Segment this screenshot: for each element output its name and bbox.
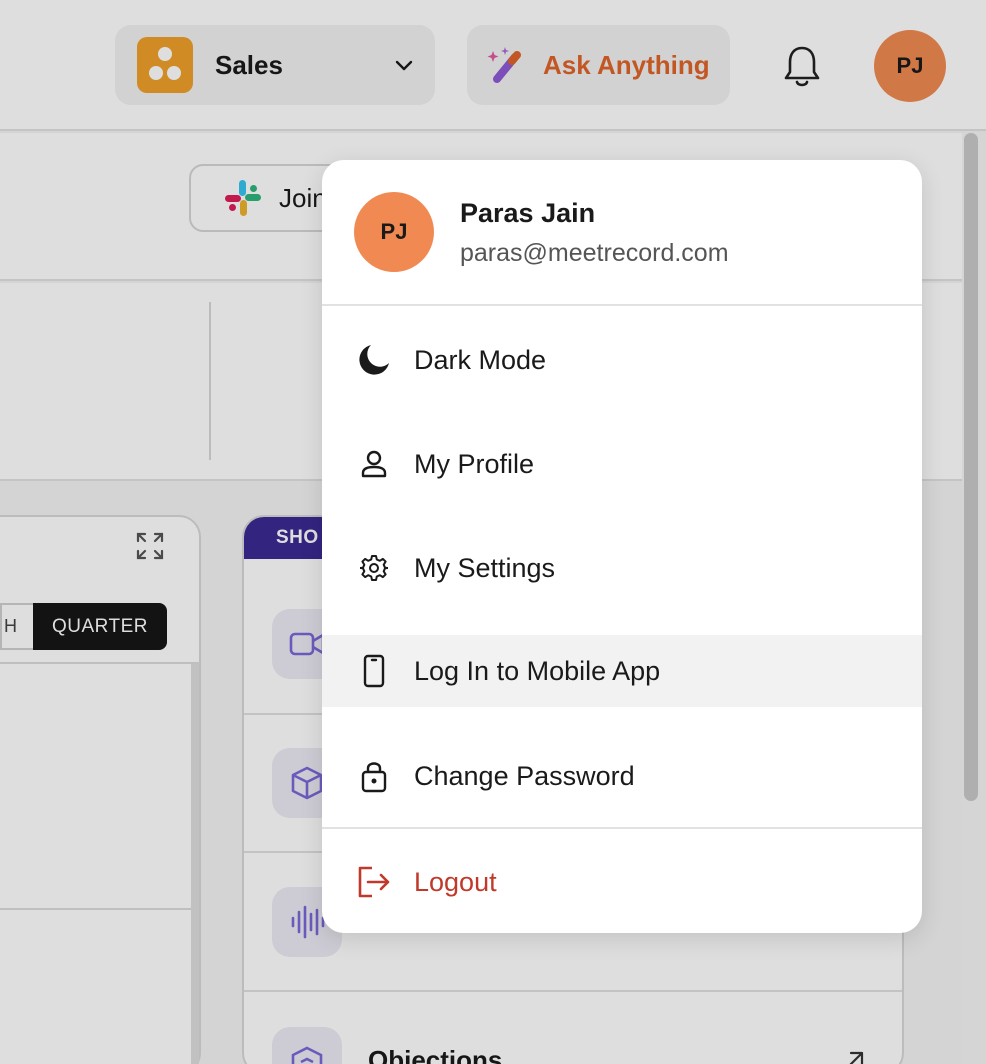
menu-item-label: Change Password (414, 760, 635, 791)
menu-divider (322, 827, 922, 829)
logout-icon (355, 863, 393, 901)
menu-item-mobile-login[interactable]: Log In to Mobile App (322, 635, 922, 707)
menu-item-label: Log In to Mobile App (414, 655, 661, 686)
user-menu: PJ Paras Jain paras@meetrecord.com Dark … (322, 160, 922, 933)
gear-icon (355, 549, 393, 587)
menu-item-label: My Settings (414, 552, 556, 583)
phone-icon (355, 652, 393, 690)
user-icon (355, 445, 393, 483)
menu-item-my-profile[interactable]: My Profile (322, 428, 922, 500)
lock-icon (355, 757, 393, 795)
menu-item-label: Dark Mode (414, 344, 547, 375)
avatar: PJ (354, 192, 434, 272)
user-menu-header: PJ Paras Jain paras@meetrecord.com (322, 160, 922, 306)
menu-item-my-settings[interactable]: My Settings (322, 532, 922, 604)
moon-icon (355, 341, 393, 379)
logout-button[interactable]: Logout (322, 846, 922, 918)
menu-item-label: My Profile (414, 448, 535, 479)
menu-item-change-password[interactable]: Change Password (322, 740, 922, 812)
menu-item-dark-mode[interactable]: Dark Mode (322, 324, 922, 396)
logout-label: Logout (414, 866, 497, 897)
user-name: Paras Jain (460, 198, 596, 228)
user-email: paras@meetrecord.com (460, 239, 729, 267)
